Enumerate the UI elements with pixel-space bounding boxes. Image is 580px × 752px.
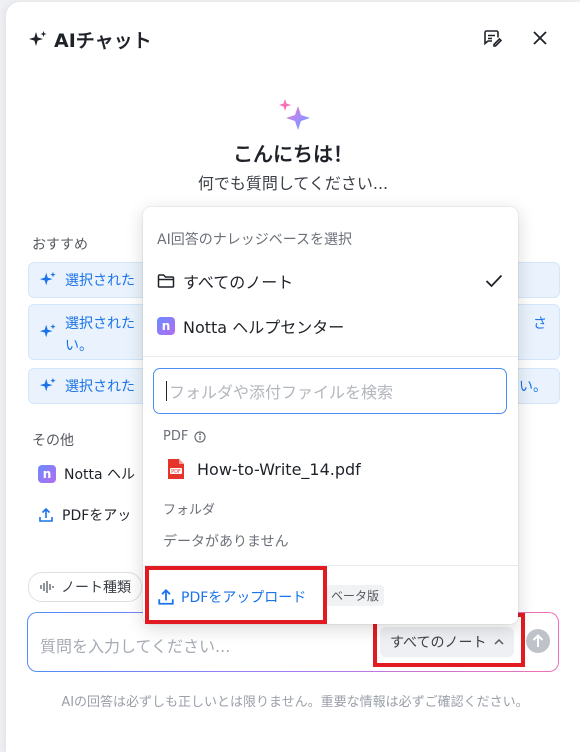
send-button[interactable] (526, 629, 550, 653)
note-type-filter[interactable]: ノート種類 (28, 572, 142, 602)
suggestions-label: おすすめ (32, 237, 88, 253)
info-icon (194, 430, 206, 443)
waveform-icon (40, 581, 54, 593)
panel-title-text: AIチャット (54, 30, 152, 52)
compose-icon (484, 30, 502, 47)
folder-section-label: フォルダ (163, 503, 216, 518)
notta-logo-icon: n (38, 465, 56, 483)
pdf-section-text: PDF (163, 429, 189, 444)
beta-badge: ベータ版 (326, 585, 385, 606)
svg-text:PDF: PDF (171, 469, 181, 475)
knowledge-base-dropdown: AI回答のナレッジベースを選択 すべてのノート n Notta ヘルプセンター … (143, 207, 518, 624)
option-all-notes[interactable]: すべてのノート (157, 269, 503, 293)
suggestion-text: 選択された (65, 273, 135, 289)
option-label: すべてのノート (183, 273, 294, 292)
other-item-upload-pdf[interactable]: PDFをアッ (38, 505, 131, 525)
disclaimer-text: AIの回答は必ずしも正しいとは限りません。重要な情報は必ずご確認ください。 (61, 695, 529, 710)
suggestion-text-cont: い。 (65, 338, 93, 354)
suggestion-text-tail: い。 (519, 379, 547, 395)
suggestion-text-tail: さ (533, 316, 547, 332)
checkmark-icon (485, 274, 503, 288)
folder-search-placeholder: フォルダや添付ファイルを検索 (169, 383, 394, 402)
option-notta-help-center[interactable]: n Notta ヘルプセンター (157, 314, 344, 338)
other-item-notta[interactable]: n Notta ヘル (38, 464, 135, 484)
other-item-label: PDFをアッ (62, 508, 132, 524)
close-button[interactable] (526, 24, 554, 52)
pdf-section-label: PDF (163, 429, 206, 444)
pdf-file-name: How-to-Write_14.pdf (197, 459, 361, 479)
notta-logo-icon: n (157, 317, 175, 335)
other-label: その他 (32, 433, 74, 449)
greeting-title: こんにちは！ (233, 142, 353, 166)
sparkle-icon (39, 323, 56, 338)
panel-title: AIチャット (28, 26, 152, 53)
text-caret (166, 381, 167, 401)
folder-search-input[interactable]: フォルダや添付ファイルを検索 (153, 368, 507, 414)
arrow-up-icon (532, 634, 544, 647)
gradient-sparkle-icon (276, 98, 316, 142)
other-item-label: Notta ヘル (64, 467, 136, 483)
divider (143, 356, 518, 357)
option-label: Notta ヘルプセンター (183, 318, 345, 337)
pdf-file-icon: PDF (168, 459, 184, 479)
folder-icon (157, 274, 175, 288)
suggestion-text: 選択された (65, 379, 135, 395)
question-input-placeholder: 質問を入力してください... (40, 637, 231, 656)
greeting-subtitle: 何でも質問してください... (197, 174, 389, 193)
note-type-label: ノート種類 (61, 580, 131, 596)
sparkle-icon (39, 271, 56, 286)
sparkle-icon (29, 30, 47, 46)
sparkle-icon (39, 377, 56, 392)
dropdown-header: AI回答のナレッジベースを選択 (157, 232, 353, 248)
upload-icon (39, 507, 53, 522)
suggestion-text: 選択された (65, 316, 135, 332)
compose-button[interactable] (478, 24, 506, 52)
highlight-box-upload (145, 566, 327, 624)
no-data-text: データがありません (163, 534, 289, 550)
close-icon (533, 31, 547, 45)
pdf-file-item[interactable]: PDF How-to-Write_14.pdf (167, 458, 361, 480)
